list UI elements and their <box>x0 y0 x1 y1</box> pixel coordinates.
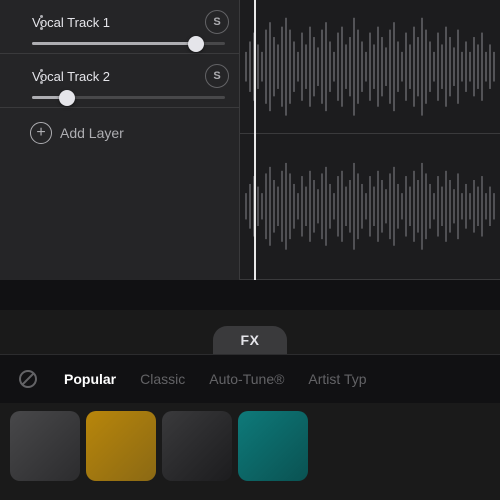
tab-artisttyp[interactable]: Artist Typ <box>296 367 378 391</box>
track2-slider-container <box>8 96 229 99</box>
track1-slider-fill <box>32 42 196 45</box>
dot-icon <box>40 27 43 30</box>
tracks-area: Vocal Track 1 S <box>0 0 500 280</box>
track-controls: Vocal Track 1 S <box>0 0 240 280</box>
track1-slider[interactable] <box>32 42 225 45</box>
fx-bar: FX <box>0 310 500 354</box>
track2-solo-button[interactable]: S <box>205 64 229 88</box>
track1-header: Vocal Track 1 S <box>8 10 229 34</box>
track1-solo-button[interactable]: S <box>205 10 229 34</box>
track2-header: Vocal Track 2 S <box>8 64 229 88</box>
dot-icon <box>40 81 43 84</box>
dot-icon <box>40 15 43 18</box>
no-fx-tab[interactable] <box>12 363 44 395</box>
track2-waveform <box>240 134 500 280</box>
add-layer-label: Add Layer <box>60 125 124 141</box>
track2-slider[interactable] <box>32 96 225 99</box>
track1-dots[interactable] <box>40 15 43 30</box>
thumbnail-2[interactable] <box>86 411 156 481</box>
gap-section <box>0 280 500 310</box>
track-row: Vocal Track 1 S <box>0 0 239 54</box>
thumbnail-4[interactable] <box>238 411 308 481</box>
track2-name: Vocal Track 2 <box>32 69 110 84</box>
track1-slider-container <box>8 42 229 45</box>
waveform-area <box>240 0 500 280</box>
thumbnail-3[interactable] <box>162 411 232 481</box>
add-layer-button[interactable]: + Add Layer <box>0 108 239 158</box>
track2-header-left: Vocal Track 2 <box>32 69 205 84</box>
tab-classic[interactable]: Classic <box>128 367 197 391</box>
tab-autotune[interactable]: Auto-Tune® <box>197 367 296 391</box>
track2-slider-thumb[interactable] <box>59 90 75 106</box>
no-fx-icon <box>18 369 38 389</box>
thumbnail-1[interactable] <box>10 411 80 481</box>
dot-icon <box>40 75 43 78</box>
track1-slider-thumb[interactable] <box>188 36 204 52</box>
track2-waveform-svg <box>240 134 500 279</box>
track1-waveform-svg <box>240 0 500 133</box>
add-layer-icon: + <box>30 122 52 144</box>
track2-dots[interactable] <box>40 69 43 84</box>
tab-bar: Popular Classic Auto-Tune® Artist Typ <box>0 354 500 403</box>
dot-icon <box>40 69 43 72</box>
track1-name: Vocal Track 1 <box>32 15 110 30</box>
tab-popular[interactable]: Popular <box>52 367 128 391</box>
main-container: Vocal Track 1 S <box>0 0 500 500</box>
dot-icon <box>40 21 43 24</box>
thumbnails-row <box>0 403 500 500</box>
track1-header-left: Vocal Track 1 <box>32 15 205 30</box>
track2-row: Vocal Track 2 S <box>0 54 239 108</box>
fx-button[interactable]: FX <box>213 326 288 354</box>
track1-waveform <box>240 0 500 134</box>
